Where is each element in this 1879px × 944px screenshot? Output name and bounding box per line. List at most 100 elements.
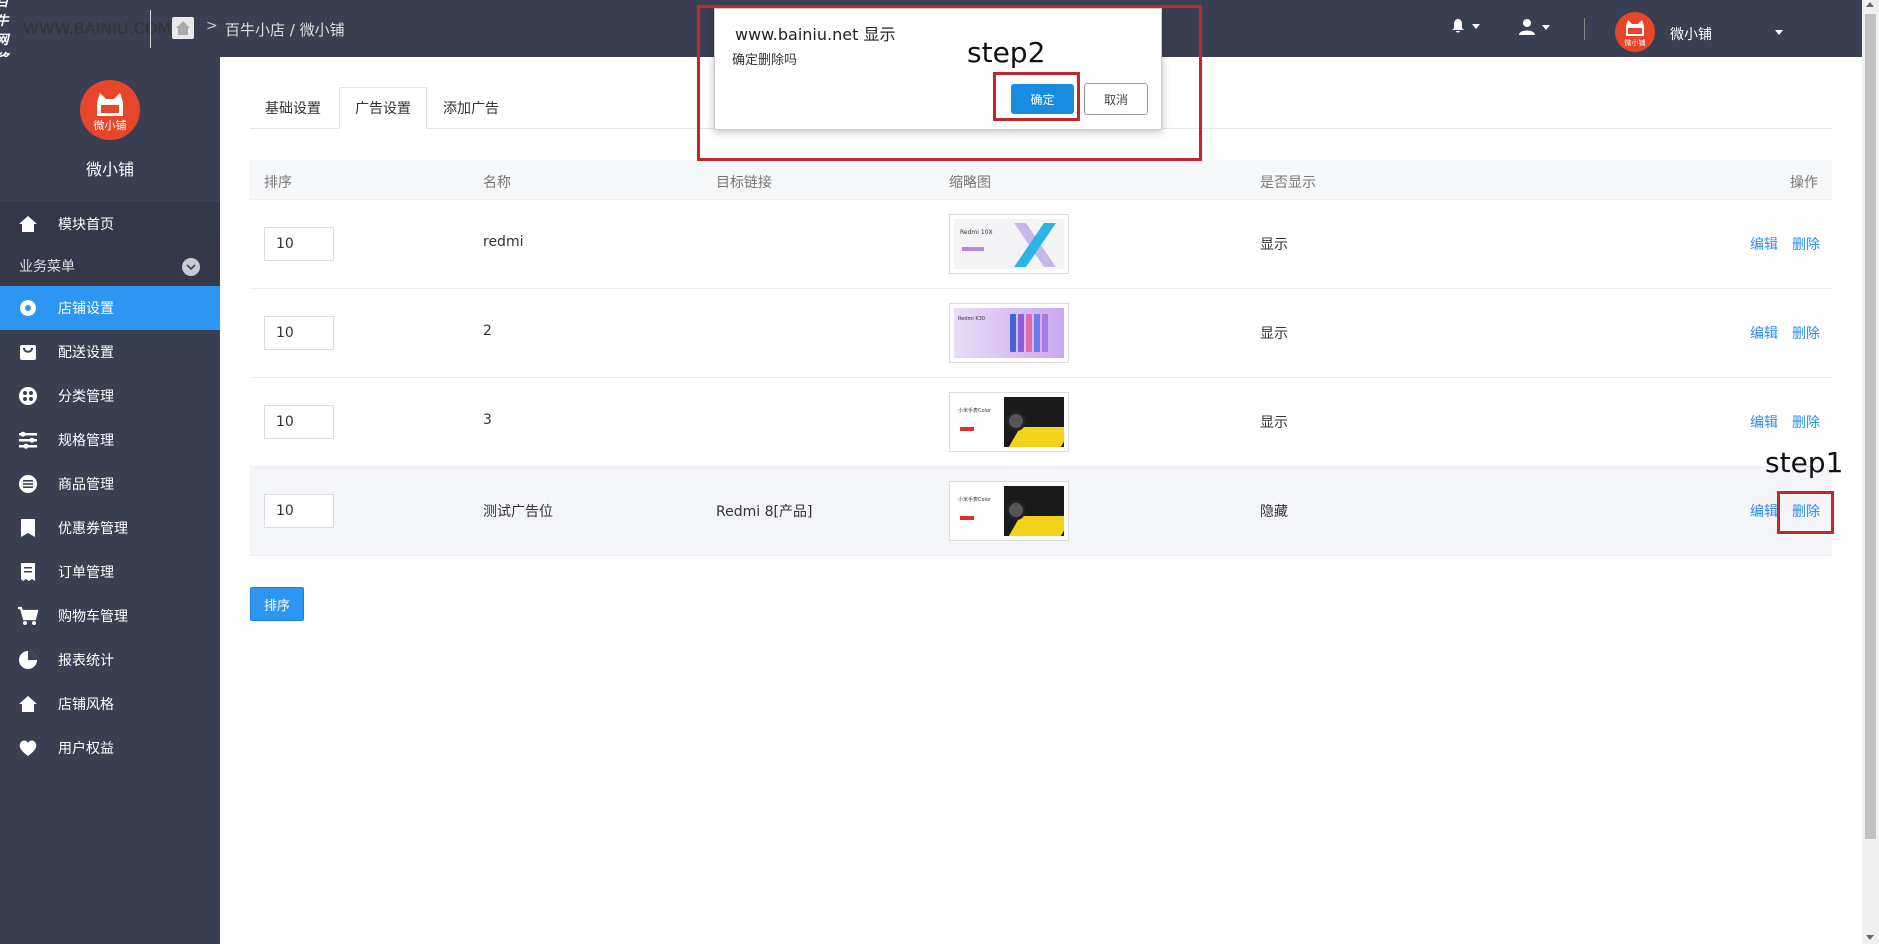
delete-link[interactable]: 删除 <box>1792 234 1820 254</box>
heart-icon <box>17 737 39 759</box>
table-row: 10 测试广告位 Redmi 8[产品] 小米手表Color 隐藏 编辑 删除 <box>250 467 1832 556</box>
breadcrumb[interactable]: 百牛小店 / 微小铺 <box>225 19 345 40</box>
user-icon <box>1519 19 1535 35</box>
sidebar-item-delivery[interactable]: 配送设置 <box>0 330 220 374</box>
scroll-thumb[interactable] <box>1865 14 1876 839</box>
svg-text:微小铺: 微小铺 <box>94 118 127 132</box>
sidebar-item-rights[interactable]: 用户权益 <box>0 726 220 770</box>
list-icon <box>17 473 39 495</box>
sidebar-item-label: 优惠券管理 <box>58 521 128 537</box>
tab-add-ad[interactable]: 添加广告 <box>428 87 514 129</box>
ad-table: 排序 名称 目标链接 缩略图 是否显示 操作 10 redmi Redmi 10… <box>250 160 1832 556</box>
annotation-delete-box <box>1777 491 1834 534</box>
table-row: 10 2 Redmi K30 显示 编辑 删除 <box>250 289 1832 378</box>
thumbnail-caption: Redmi K30 <box>958 316 985 322</box>
table-row: 10 redmi Redmi 10X 显示 编辑 删除 <box>250 200 1832 289</box>
edit-link[interactable]: 编辑 <box>1750 412 1778 432</box>
scroll-up-arrow-icon[interactable] <box>1866 2 1874 7</box>
delete-link[interactable]: 删除 <box>1792 412 1820 432</box>
house-icon <box>17 693 39 715</box>
ad-link: Redmi 8[产品] <box>716 504 813 520</box>
sidebar-item-orders[interactable]: 订单管理 <box>0 550 220 594</box>
annotation-step2-label: step2 <box>967 36 1046 69</box>
store-name: 微小铺 <box>85 160 134 179</box>
visibility-status: 隐藏 <box>1260 504 1288 520</box>
tab-ad-settings[interactable]: 广告设置 <box>339 87 427 129</box>
sidebar-item-label: 配送设置 <box>58 345 114 361</box>
user-name[interactable]: 微小铺 <box>1670 24 1712 44</box>
sidebar-item-style[interactable]: 店铺风格 <box>0 682 220 726</box>
svg-text:微小铺: 微小铺 <box>1625 38 1646 47</box>
main-content: 基础设置 广告设置 添加广告 排序 名称 目标链接 缩略图 是否显示 操作 10… <box>220 57 1862 944</box>
table-row: 10 3 小米手表Color 显示 编辑 删除 <box>250 378 1832 467</box>
sidebar-item-label: 用户权益 <box>58 741 114 757</box>
grid-icon <box>17 385 39 407</box>
header-visible: 是否显示 <box>1260 175 1316 191</box>
store-profile: 微小铺 微小铺 <box>0 57 220 202</box>
sidebar-item-cart[interactable]: 购物车管理 <box>0 594 220 638</box>
sort-input[interactable]: 10 <box>264 405 334 439</box>
home-button[interactable] <box>172 17 194 39</box>
bell-icon <box>1452 19 1464 33</box>
sidebar-item-reports[interactable]: 报表统计 <box>0 638 220 682</box>
avatar[interactable]: 微小铺 <box>1615 12 1655 52</box>
sidebar-item-products[interactable]: 商品管理 <box>0 462 220 506</box>
visibility-status: 显示 <box>1260 326 1288 342</box>
header-divider <box>1584 18 1585 40</box>
cart-icon <box>17 605 39 627</box>
sidebar: 微小铺 微小铺 模块首页 业务菜单 店铺设置 配送设置 分类管理 规格管理 商品… <box>0 57 220 944</box>
receipt-icon <box>17 561 39 583</box>
notifications-button[interactable] <box>1450 18 1480 34</box>
ad-thumbnail: 小米手表Color <box>949 392 1069 452</box>
scrollbar[interactable] <box>1862 0 1879 944</box>
annotation-step1-label: step1 <box>1765 446 1844 479</box>
sidebar-item-label: 店铺风格 <box>58 697 114 713</box>
sidebar-item-label: 规格管理 <box>58 433 114 449</box>
delete-link[interactable]: 删除 <box>1792 323 1820 343</box>
ad-thumbnail: Redmi 10X <box>949 214 1069 274</box>
sidebar-item-label: 购物车管理 <box>58 609 128 625</box>
ad-name: 3 <box>483 412 492 428</box>
sliders-icon <box>17 429 39 451</box>
sidebar-item-store-settings[interactable]: 店铺设置 <box>0 286 220 330</box>
tab-basic-settings[interactable]: 基础设置 <box>250 87 336 129</box>
sort-button[interactable]: 排序 <box>250 587 304 621</box>
header-actions: 操作 <box>1790 175 1818 191</box>
header-divider <box>150 10 151 48</box>
sidebar-item-label: 报表统计 <box>58 653 114 669</box>
header-sort: 排序 <box>264 175 292 191</box>
sidebar-item-label: 商品管理 <box>58 477 114 493</box>
caret-down-icon[interactable] <box>1775 30 1783 35</box>
annotation-dialog-box <box>697 5 1202 161</box>
tab-label: 广告设置 <box>355 101 411 117</box>
edit-link[interactable]: 编辑 <box>1750 501 1778 521</box>
logo-subtext: WWW.BAINIU.COM <box>22 19 172 38</box>
sidebar-item-coupons[interactable]: 优惠券管理 <box>0 506 220 550</box>
tab-label: 基础设置 <box>265 101 321 117</box>
scroll-down-arrow-icon[interactable] <box>1866 935 1874 940</box>
sidebar-item-spec[interactable]: 规格管理 <box>0 418 220 462</box>
bag-icon <box>17 341 39 363</box>
shop-cat-icon: 微小铺 <box>1625 20 1646 47</box>
thumbnail-caption: 小米手表Color <box>958 497 992 503</box>
pie-icon <box>17 649 39 671</box>
user-menu-button[interactable] <box>1518 18 1550 36</box>
chevron-down-icon[interactable] <box>182 258 200 276</box>
thumbnail-caption: Redmi 10X <box>960 229 993 236</box>
sidebar-group-business[interactable]: 业务菜单 <box>0 246 220 286</box>
sort-input[interactable]: 10 <box>264 494 334 528</box>
logo[interactable]: 百牛网络 WWW.BAINIU.COM <box>0 0 171 67</box>
caret-down-icon <box>1472 23 1480 29</box>
sort-input[interactable]: 10 <box>264 227 334 261</box>
sort-input[interactable]: 10 <box>264 316 334 350</box>
sidebar-item-category[interactable]: 分类管理 <box>0 374 220 418</box>
sidebar-item-label: 店铺设置 <box>58 301 114 317</box>
visibility-status: 显示 <box>1260 237 1288 253</box>
sidebar-item-label: 分类管理 <box>58 389 114 405</box>
edit-link[interactable]: 编辑 <box>1750 323 1778 343</box>
annotation-confirm-box <box>993 72 1080 121</box>
header-thumbnail: 缩略图 <box>949 175 991 191</box>
table-header: 排序 名称 目标链接 缩略图 是否显示 操作 <box>250 160 1832 200</box>
edit-link[interactable]: 编辑 <box>1750 234 1778 254</box>
sidebar-item-home[interactable]: 模块首页 <box>0 202 220 246</box>
